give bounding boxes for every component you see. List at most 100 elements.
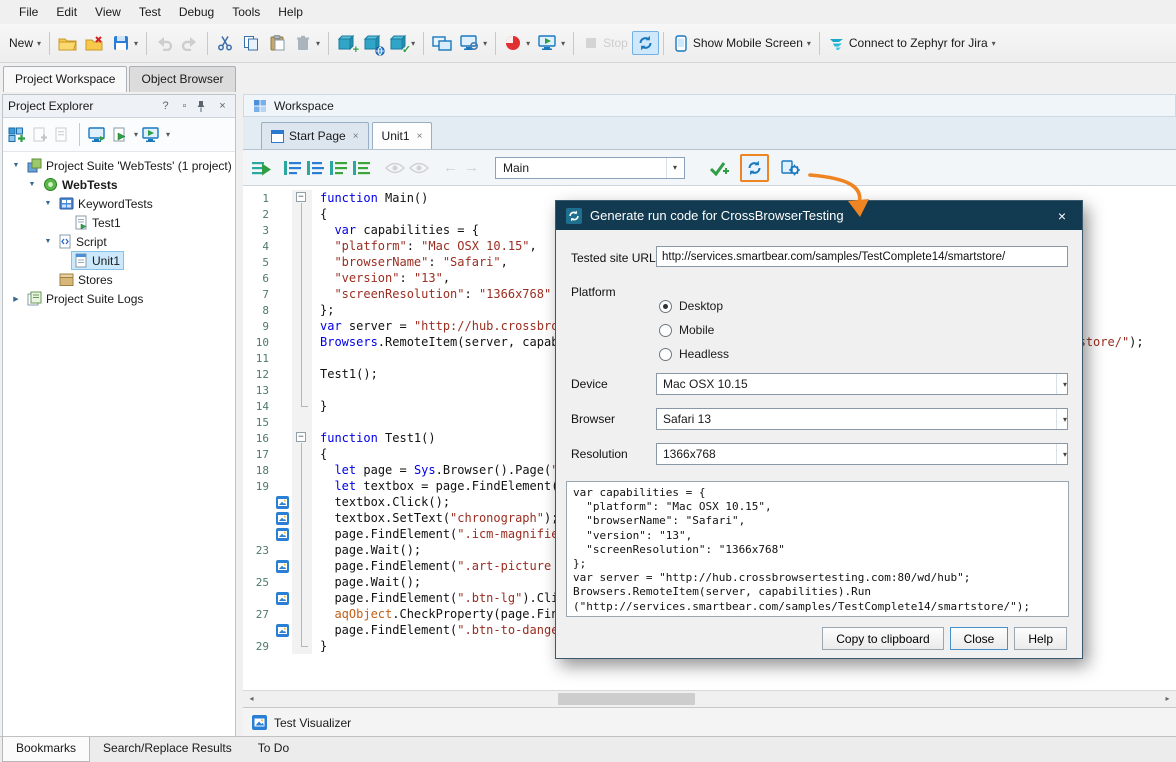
menu-edit[interactable]: Edit [47, 2, 86, 22]
visualizer-image-icon[interactable] [272, 560, 292, 573]
tested-site-url-input[interactable] [656, 246, 1068, 267]
fold-collapse-icon[interactable]: − [296, 192, 306, 202]
fold-margin[interactable]: − [292, 430, 312, 446]
add-checkpoint-button[interactable] [709, 160, 730, 176]
show-eye-button-2[interactable] [409, 162, 429, 174]
show-mobile-screen-button[interactable]: Show Mobile Screen▾ [668, 29, 815, 57]
tree-collapse-icon[interactable]: ▼ [41, 238, 55, 245]
visualizer-image-icon[interactable] [272, 624, 292, 637]
copy-button[interactable] [238, 29, 264, 57]
resolution-dropdown[interactable]: 1366x768▾ [656, 443, 1068, 465]
fold-collapse-icon[interactable]: − [296, 432, 306, 442]
navigate-back-button[interactable]: ← [443, 159, 458, 176]
show-eye-button-1[interactable] [385, 162, 405, 174]
bottom-tab-search-replace-results[interactable]: Search/Replace Results [90, 737, 245, 762]
maximize-icon[interactable]: ▫ [177, 99, 192, 114]
tree-item-script[interactable]: ▼Script [3, 232, 235, 251]
run-test-button[interactable]: ▾ [534, 29, 569, 57]
screen-capture-button[interactable] [428, 29, 456, 57]
menu-file[interactable]: File [10, 2, 47, 22]
caret-down-icon[interactable]: ▾ [134, 130, 138, 139]
zephyr-connect-button[interactable]: Connect to Zephyr for Jira▾ [824, 29, 1000, 57]
tree-item-project-suite-logs[interactable]: ▶Project Suite Logs [3, 289, 235, 308]
test-visualizer-bar[interactable]: Test Visualizer [243, 707, 1176, 737]
bottom-tab-bookmarks[interactable]: Bookmarks [2, 737, 90, 762]
editor-settings-button[interactable] [781, 159, 801, 177]
delete-button[interactable]: ▾ [290, 29, 324, 57]
copy-to-clipboard-button[interactable]: Copy to clipboard [822, 627, 943, 650]
code-lines-button-3[interactable] [329, 160, 348, 176]
new-button[interactable]: New ▾ [5, 29, 45, 57]
run-remote-browser-toggle[interactable] [632, 31, 659, 55]
tree-item-project-suite-webtests-1-project[interactable]: ▼Project Suite 'WebTests' (1 project) [3, 156, 235, 175]
menu-test[interactable]: Test [130, 2, 170, 22]
tree-item-stores[interactable]: Stores [3, 270, 235, 289]
run-keyword-test-icon[interactable] [111, 127, 129, 143]
add-new-item-button[interactable]: + [333, 29, 359, 57]
horizontal-scrollbar[interactable]: ◂ ▸ [243, 690, 1176, 708]
browser-dropdown[interactable]: Safari 13▾ [656, 408, 1068, 430]
visualizer-image-icon[interactable] [272, 592, 292, 605]
help-button[interactable]: Help [1014, 627, 1067, 650]
screen-settings-button[interactable]: ▾ [456, 29, 491, 57]
close-button[interactable]: Close [950, 627, 1009, 650]
tree-item-test1[interactable]: Test1 [3, 213, 235, 232]
radio-headless[interactable]: Headless [659, 342, 729, 366]
entry-point-dropdown[interactable]: Main ▾ [495, 157, 685, 179]
tree-collapse-icon[interactable]: ▼ [41, 200, 55, 207]
tab-project-workspace[interactable]: Project Workspace [3, 66, 127, 92]
visualizer-image-icon[interactable] [272, 512, 292, 525]
save-button[interactable]: ▾ [108, 29, 142, 57]
visualizer-image-icon[interactable] [272, 496, 292, 509]
redo-button[interactable] [177, 29, 203, 57]
radio-mobile[interactable]: Mobile [659, 318, 729, 342]
tree-collapse-icon[interactable]: ▼ [25, 181, 39, 188]
editor-tab-start-page[interactable]: Start Page× [261, 122, 369, 149]
bottom-tab-to-do[interactable]: To Do [245, 737, 302, 762]
help-icon[interactable]: ? [158, 99, 173, 114]
visualizer-image-icon[interactable] [272, 528, 292, 541]
tab-object-browser[interactable]: Object Browser [129, 66, 235, 92]
radio-desktop[interactable]: Desktop [659, 294, 729, 318]
tab-close-icon[interactable]: × [417, 131, 423, 142]
device-dropdown[interactable]: Mac OSX 10.15▾ [656, 373, 1068, 395]
dialog-close-icon[interactable]: × [1052, 208, 1072, 224]
undo-button[interactable] [151, 29, 177, 57]
pin-icon[interactable] [196, 100, 211, 113]
add-existing-item-icon[interactable] [31, 127, 49, 143]
navigate-forward-button[interactable]: → [464, 159, 479, 176]
menu-tools[interactable]: Tools [223, 2, 269, 22]
web-item-button[interactable] [359, 29, 385, 57]
tree-item-keywordtests[interactable]: ▼KeywordTests [3, 194, 235, 213]
code-lines-button-4[interactable] [352, 160, 371, 176]
menu-view[interactable]: View [86, 2, 130, 22]
scrollbar-thumb[interactable] [558, 693, 695, 705]
close-project-button[interactable] [81, 29, 108, 57]
checkpoint-item-button[interactable]: ✓▾ [385, 29, 419, 57]
run-project-icon[interactable] [142, 127, 161, 143]
new-folder-icon[interactable] [53, 127, 71, 143]
cut-button[interactable] [212, 29, 238, 57]
tree-item-webtests[interactable]: ▼WebTests [3, 175, 235, 194]
stop-button[interactable]: Stop [578, 29, 632, 57]
caret-down-icon[interactable]: ▾ [166, 130, 170, 139]
code-lines-button-2[interactable] [306, 160, 325, 176]
fold-margin[interactable]: − [292, 190, 312, 206]
generate-run-code-button[interactable] [740, 154, 769, 182]
scroll-left-icon[interactable]: ◂ [243, 691, 260, 707]
menu-debug[interactable]: Debug [170, 2, 223, 22]
tab-close-icon[interactable]: × [353, 131, 359, 142]
object-browser-icon[interactable] [88, 127, 107, 143]
editor-tab-unit1[interactable]: Unit1× [372, 122, 433, 149]
close-panel-icon[interactable]: × [215, 99, 230, 114]
open-project-button[interactable] [54, 29, 81, 57]
menu-help[interactable]: Help [269, 2, 312, 22]
record-test-button[interactable]: ▾ [500, 29, 534, 57]
add-new-item-icon[interactable] [8, 127, 27, 143]
tree-collapse-icon[interactable]: ▼ [9, 162, 23, 169]
code-lines-button-1[interactable] [283, 160, 302, 176]
run-routine-button[interactable] [251, 160, 273, 176]
tree-item-unit1[interactable]: Unit1 [3, 251, 235, 270]
scroll-right-icon[interactable]: ▸ [1159, 691, 1176, 707]
tree-expand-icon[interactable]: ▶ [9, 295, 23, 303]
